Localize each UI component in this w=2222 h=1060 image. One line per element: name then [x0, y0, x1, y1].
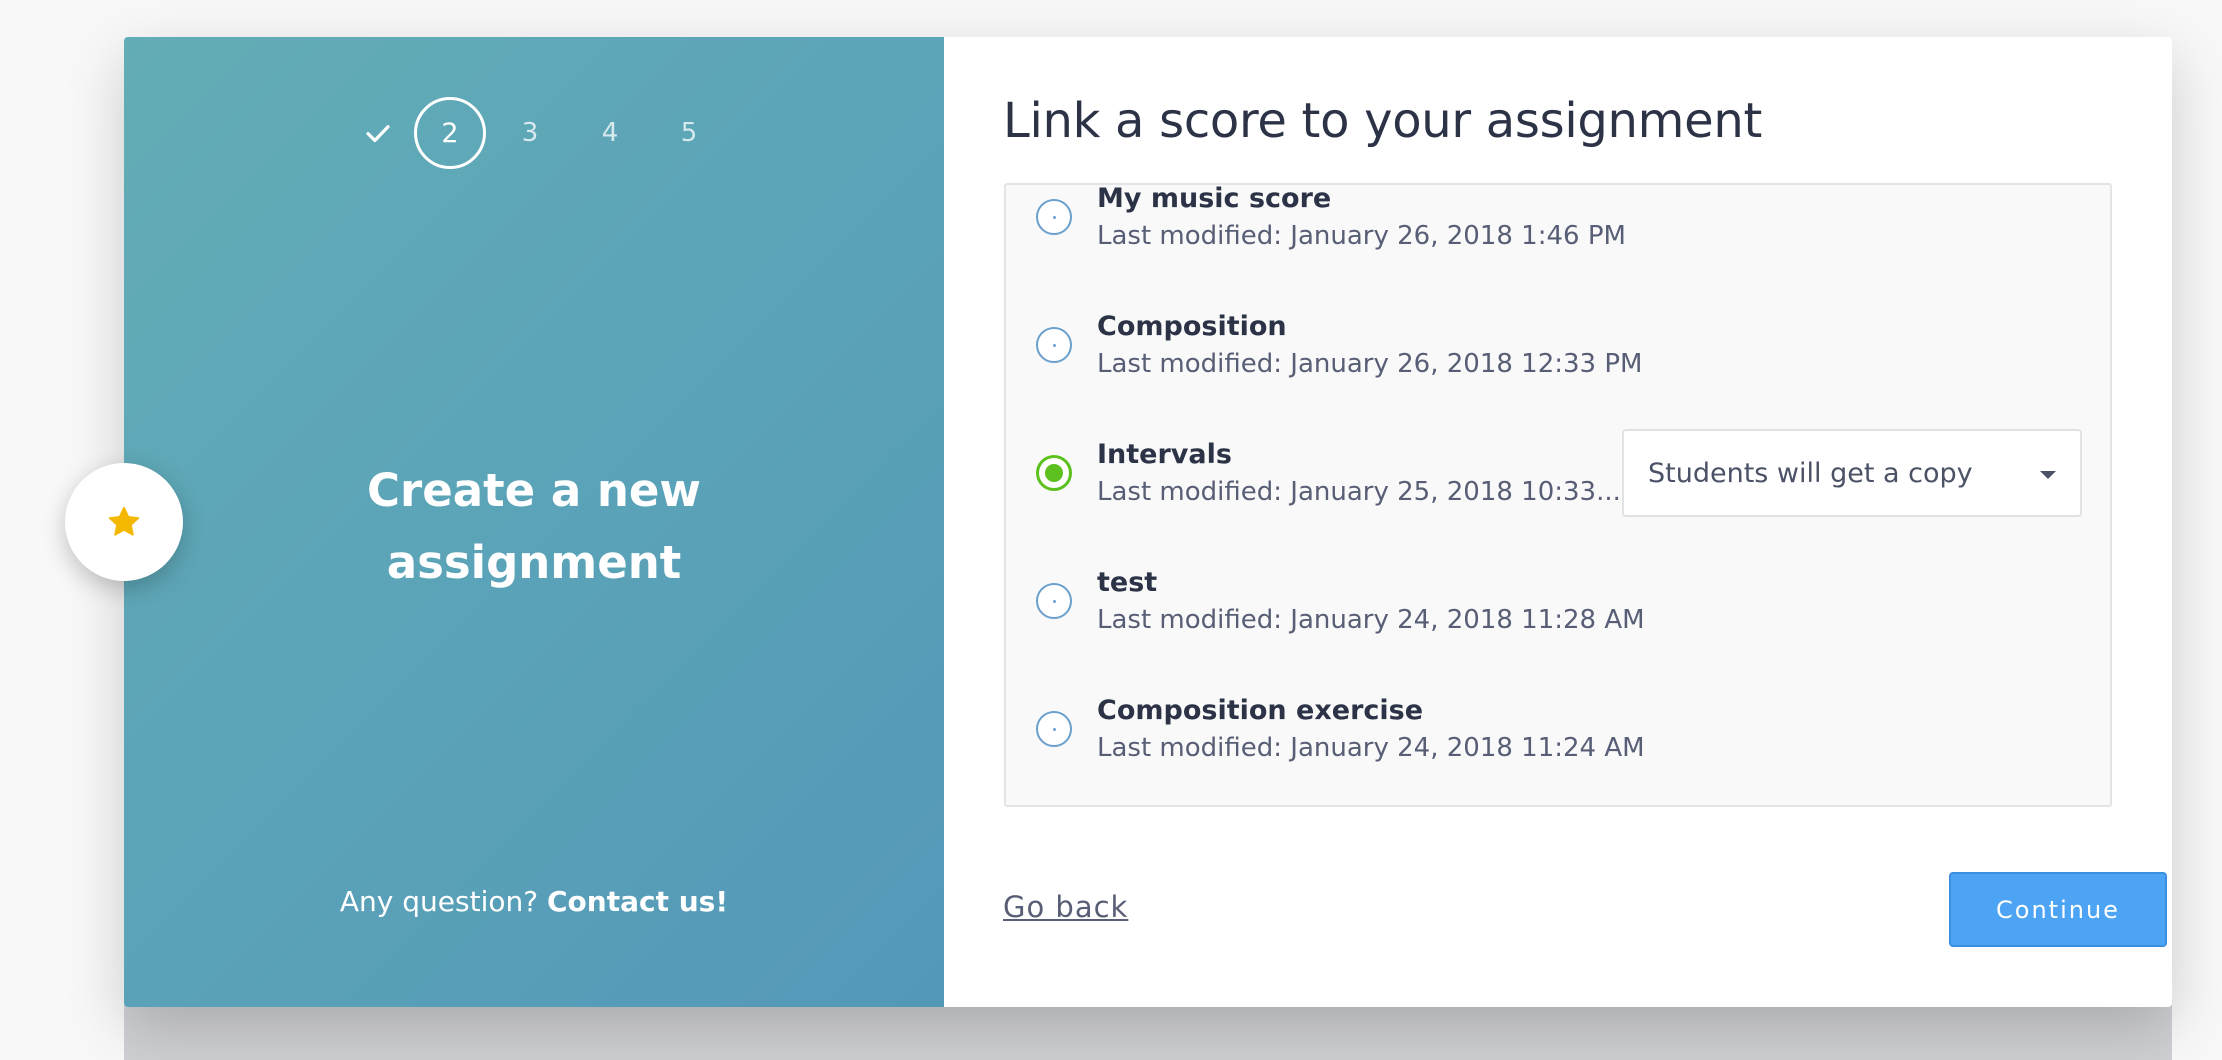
score-name: Composition exercise — [1097, 695, 1424, 726]
score-modified-date: Last modified: January 24, 2018 11:28 AM — [1097, 605, 1645, 635]
score-option[interactable]: test Last modified: January 24, 2018 11:… — [1006, 555, 2110, 683]
step-4[interactable]: 4 — [574, 97, 646, 169]
wizard-stepper: 2 3 4 5 — [124, 97, 944, 169]
score-name: test — [1097, 567, 1158, 598]
score-option[interactable]: Composition exercise Last modified: Janu… — [1006, 683, 2110, 805]
radio-unselected[interactable] — [1036, 711, 1072, 747]
wizard-sidebar: 2 3 4 5 Create a new assignment Any ques… — [124, 37, 944, 1007]
favorite-button[interactable] — [65, 463, 183, 581]
step-2-active[interactable]: 2 — [414, 97, 486, 169]
help-footer: Any question? Contact us! — [124, 885, 944, 918]
copy-mode-value: Students will get a copy — [1648, 457, 1973, 489]
score-modified-date: Last modified: January 26, 2018 12:33 PM — [1097, 349, 1643, 379]
assignment-modal: 2 3 4 5 Create a new assignment Any ques… — [124, 37, 2172, 1007]
step-5[interactable]: 5 — [653, 97, 725, 169]
panel-title: Create a new assignment — [124, 455, 944, 599]
caret-down-icon — [2040, 471, 2056, 479]
star-icon — [108, 506, 140, 536]
radio-unselected[interactable] — [1036, 583, 1072, 619]
score-modified-date: Last modified: January 25, 2018 10:33... — [1097, 477, 1621, 507]
score-name: Intervals — [1097, 439, 1232, 470]
go-back-link[interactable]: Go back — [1003, 890, 1128, 924]
score-modified-date: Last modified: January 26, 2018 1:46 PM — [1097, 221, 1626, 251]
continue-button[interactable]: Continue — [1949, 872, 2167, 947]
score-option[interactable]: My music score Last modified: January 26… — [1006, 183, 2110, 299]
wizard-content: Link a score to your assignment My music… — [944, 37, 2172, 1007]
contact-us-link[interactable]: Contact us! — [547, 885, 728, 918]
step-1-completed[interactable] — [342, 97, 414, 169]
score-modified-date: Last modified: January 24, 2018 11:24 AM — [1097, 733, 1645, 763]
score-list[interactable]: My music score Last modified: January 26… — [1004, 183, 2112, 807]
panel-title-line1: Create a new — [367, 464, 701, 517]
radio-unselected[interactable] — [1036, 327, 1072, 363]
score-option[interactable]: Composition Last modified: January 26, 2… — [1006, 299, 2110, 427]
radio-unselected[interactable] — [1036, 199, 1072, 235]
help-question: Any question? — [339, 885, 539, 918]
copy-mode-select[interactable]: Students will get a copy — [1622, 429, 2082, 517]
check-icon — [366, 125, 390, 143]
score-name: My music score — [1097, 183, 1332, 214]
page-title: Link a score to your assignment — [1003, 93, 1762, 149]
panel-title-line2: assignment — [386, 536, 682, 589]
step-3[interactable]: 3 — [494, 97, 566, 169]
radio-selected[interactable] — [1036, 455, 1072, 491]
score-name: Composition — [1097, 311, 1287, 342]
